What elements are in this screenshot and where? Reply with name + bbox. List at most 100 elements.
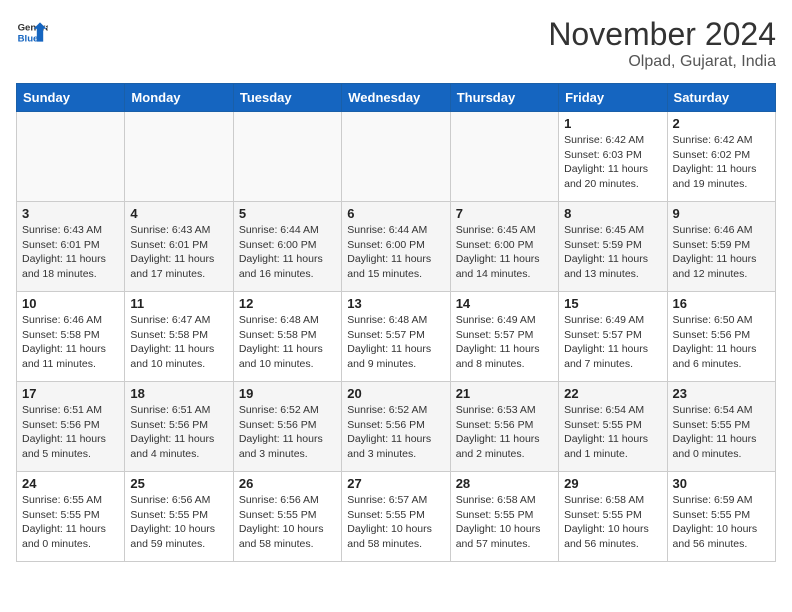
calendar-cell: 4 Sunrise: 6:43 AM Sunset: 6:01 PM Daylig…: [125, 202, 233, 292]
day-number: 22: [564, 386, 661, 401]
day-number: 27: [347, 476, 444, 491]
day-info: Sunrise: 6:44 AM Sunset: 6:00 PM Dayligh…: [347, 223, 444, 282]
day-number: 7: [456, 206, 553, 221]
weekday-header-friday: Friday: [559, 84, 667, 112]
calendar-cell: 30 Sunrise: 6:59 AM Sunset: 5:55 PM Dayli…: [667, 472, 775, 562]
day-number: 20: [347, 386, 444, 401]
calendar-cell: [450, 112, 558, 202]
logo-icon: General Blue: [16, 16, 48, 48]
logo: General Blue: [16, 16, 48, 48]
weekday-header-tuesday: Tuesday: [233, 84, 341, 112]
day-info: Sunrise: 6:46 AM Sunset: 5:58 PM Dayligh…: [22, 313, 119, 372]
day-info: Sunrise: 6:42 AM Sunset: 6:02 PM Dayligh…: [673, 133, 770, 192]
day-number: 24: [22, 476, 119, 491]
calendar-week-2: 3 Sunrise: 6:43 AM Sunset: 6:01 PM Daylig…: [17, 202, 776, 292]
calendar-week-3: 10 Sunrise: 6:46 AM Sunset: 5:58 PM Dayli…: [17, 292, 776, 382]
day-number: 8: [564, 206, 661, 221]
calendar-cell: 29 Sunrise: 6:58 AM Sunset: 5:55 PM Dayli…: [559, 472, 667, 562]
day-number: 29: [564, 476, 661, 491]
weekday-header-wednesday: Wednesday: [342, 84, 450, 112]
day-info: Sunrise: 6:46 AM Sunset: 5:59 PM Dayligh…: [673, 223, 770, 282]
calendar-cell: 9 Sunrise: 6:46 AM Sunset: 5:59 PM Daylig…: [667, 202, 775, 292]
calendar-cell: 28 Sunrise: 6:58 AM Sunset: 5:55 PM Dayli…: [450, 472, 558, 562]
calendar-cell: 20 Sunrise: 6:52 AM Sunset: 5:56 PM Dayli…: [342, 382, 450, 472]
day-number: 16: [673, 296, 770, 311]
day-number: 2: [673, 116, 770, 131]
day-number: 18: [130, 386, 227, 401]
day-info: Sunrise: 6:49 AM Sunset: 5:57 PM Dayligh…: [456, 313, 553, 372]
day-number: 15: [564, 296, 661, 311]
calendar-table: SundayMondayTuesdayWednesdayThursdayFrid…: [16, 83, 776, 562]
calendar-cell: 6Sunrise: 6:44 AM Sunset: 6:00 PM Daylig…: [342, 202, 450, 292]
day-info: Sunrise: 6:48 AM Sunset: 5:57 PM Dayligh…: [347, 313, 444, 372]
day-number: 5: [239, 206, 336, 221]
calendar-week-4: 17 Sunrise: 6:51 AM Sunset: 5:56 PM Dayli…: [17, 382, 776, 472]
day-number: 17: [22, 386, 119, 401]
weekday-header-monday: Monday: [125, 84, 233, 112]
day-number: 23: [673, 386, 770, 401]
day-number: 26: [239, 476, 336, 491]
calendar-week-5: 24 Sunrise: 6:55 AM Sunset: 5:55 PM Dayli…: [17, 472, 776, 562]
day-info: Sunrise: 6:42 AM Sunset: 6:03 PM Dayligh…: [564, 133, 661, 192]
calendar-cell: 21 Sunrise: 6:53 AM Sunset: 5:56 PM Dayli…: [450, 382, 558, 472]
day-info: Sunrise: 6:45 AM Sunset: 5:59 PM Dayligh…: [564, 223, 661, 282]
day-number: 14: [456, 296, 553, 311]
day-info: Sunrise: 6:47 AM Sunset: 5:58 PM Dayligh…: [130, 313, 227, 372]
day-info: Sunrise: 6:44 AM Sunset: 6:00 PM Dayligh…: [239, 223, 336, 282]
day-info: Sunrise: 6:54 AM Sunset: 5:55 PM Dayligh…: [673, 403, 770, 462]
calendar-cell: 8 Sunrise: 6:45 AM Sunset: 5:59 PM Daylig…: [559, 202, 667, 292]
day-info: Sunrise: 6:45 AM Sunset: 6:00 PM Dayligh…: [456, 223, 553, 282]
day-number: 30: [673, 476, 770, 491]
day-number: 3: [22, 206, 119, 221]
day-info: Sunrise: 6:58 AM Sunset: 5:55 PM Dayligh…: [564, 493, 661, 552]
weekday-header-sunday: Sunday: [17, 84, 125, 112]
calendar-cell: 10 Sunrise: 6:46 AM Sunset: 5:58 PM Dayli…: [17, 292, 125, 382]
calendar-cell: 24 Sunrise: 6:55 AM Sunset: 5:55 PM Dayli…: [17, 472, 125, 562]
weekday-header-thursday: Thursday: [450, 84, 558, 112]
svg-text:Blue: Blue: [18, 34, 39, 45]
calendar-cell: 23 Sunrise: 6:54 AM Sunset: 5:55 PM Dayli…: [667, 382, 775, 472]
day-info: Sunrise: 6:49 AM Sunset: 5:57 PM Dayligh…: [564, 313, 661, 372]
day-number: 1: [564, 116, 661, 131]
location-subtitle: Olpad, Gujarat, India: [548, 53, 776, 71]
calendar-cell: [125, 112, 233, 202]
day-number: 10: [22, 296, 119, 311]
month-title: November 2024: [548, 16, 776, 53]
calendar-cell: 13Sunrise: 6:48 AM Sunset: 5:57 PM Dayli…: [342, 292, 450, 382]
calendar-cell: 12Sunrise: 6:48 AM Sunset: 5:58 PM Dayli…: [233, 292, 341, 382]
calendar-header-row: SundayMondayTuesdayWednesdayThursdayFrid…: [17, 84, 776, 112]
day-info: Sunrise: 6:53 AM Sunset: 5:56 PM Dayligh…: [456, 403, 553, 462]
day-info: Sunrise: 6:54 AM Sunset: 5:55 PM Dayligh…: [564, 403, 661, 462]
day-info: Sunrise: 6:55 AM Sunset: 5:55 PM Dayligh…: [22, 493, 119, 552]
day-number: 11: [130, 296, 227, 311]
weekday-header-saturday: Saturday: [667, 84, 775, 112]
day-info: Sunrise: 6:52 AM Sunset: 5:56 PM Dayligh…: [347, 403, 444, 462]
day-number: 4: [130, 206, 227, 221]
calendar-cell: 16Sunrise: 6:50 AM Sunset: 5:56 PM Dayli…: [667, 292, 775, 382]
calendar-cell: 26 Sunrise: 6:56 AM Sunset: 5:55 PM Dayli…: [233, 472, 341, 562]
calendar-cell: [233, 112, 341, 202]
day-number: 21: [456, 386, 553, 401]
day-info: Sunrise: 6:58 AM Sunset: 5:55 PM Dayligh…: [456, 493, 553, 552]
day-number: 9: [673, 206, 770, 221]
day-number: 28: [456, 476, 553, 491]
calendar-cell: [342, 112, 450, 202]
calendar-week-1: 1 Sunrise: 6:42 AM Sunset: 6:03 PM Daylig…: [17, 112, 776, 202]
calendar-cell: 27 Sunrise: 6:57 AM Sunset: 5:55 PM Dayli…: [342, 472, 450, 562]
calendar-cell: 18 Sunrise: 6:51 AM Sunset: 5:56 PM Dayli…: [125, 382, 233, 472]
calendar-cell: 19Sunrise: 6:52 AM Sunset: 5:56 PM Dayli…: [233, 382, 341, 472]
day-info: Sunrise: 6:56 AM Sunset: 5:55 PM Dayligh…: [239, 493, 336, 552]
calendar-cell: 17 Sunrise: 6:51 AM Sunset: 5:56 PM Dayli…: [17, 382, 125, 472]
calendar-cell: 7 Sunrise: 6:45 AM Sunset: 6:00 PM Daylig…: [450, 202, 558, 292]
calendar-cell: 14 Sunrise: 6:49 AM Sunset: 5:57 PM Dayli…: [450, 292, 558, 382]
day-info: Sunrise: 6:59 AM Sunset: 5:55 PM Dayligh…: [673, 493, 770, 552]
day-info: Sunrise: 6:43 AM Sunset: 6:01 PM Dayligh…: [130, 223, 227, 282]
day-info: Sunrise: 6:48 AM Sunset: 5:58 PM Dayligh…: [239, 313, 336, 372]
calendar-cell: 2 Sunrise: 6:42 AM Sunset: 6:02 PM Daylig…: [667, 112, 775, 202]
calendar-cell: 5 Sunrise: 6:44 AM Sunset: 6:00 PM Daylig…: [233, 202, 341, 292]
calendar-cell: [17, 112, 125, 202]
day-info: Sunrise: 6:51 AM Sunset: 5:56 PM Dayligh…: [22, 403, 119, 462]
day-info: Sunrise: 6:57 AM Sunset: 5:55 PM Dayligh…: [347, 493, 444, 552]
day-info: Sunrise: 6:51 AM Sunset: 5:56 PM Dayligh…: [130, 403, 227, 462]
calendar-cell: 22 Sunrise: 6:54 AM Sunset: 5:55 PM Dayli…: [559, 382, 667, 472]
